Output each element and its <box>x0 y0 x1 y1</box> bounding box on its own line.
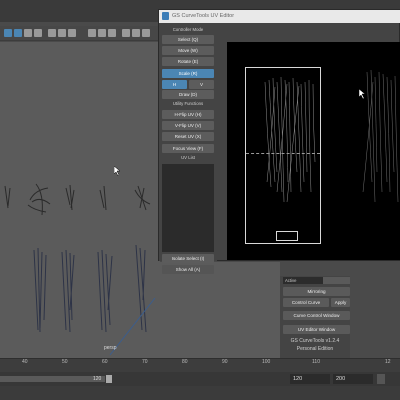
uv-handle-box[interactable] <box>276 231 298 241</box>
tool-icon[interactable] <box>132 29 140 37</box>
tool-icon[interactable] <box>68 29 76 37</box>
controller-mode-header: Controller Mode <box>172 27 204 32</box>
command-line[interactable] <box>0 386 400 400</box>
curve-control-window-button[interactable]: Curve Control Window <box>283 311 350 320</box>
range-end-value: 120 <box>93 376 102 382</box>
timeline-tick: 80 <box>182 359 188 365</box>
uv-midline <box>246 153 320 154</box>
window-title: GS CurveTools UV Editor <box>172 13 235 19</box>
timeline-tick: 90 <box>222 359 228 365</box>
focus-view-button[interactable]: Focus View (F) <box>162 144 214 153</box>
range-slider[interactable] <box>0 376 105 382</box>
scale-button[interactable]: Scale (R) <box>162 69 214 78</box>
timeline-tick: 110 <box>312 359 320 365</box>
tool-icon[interactable] <box>98 29 106 37</box>
move-button[interactable]: Move (W) <box>162 46 214 55</box>
range-end-field[interactable]: 120 <box>290 374 330 384</box>
active-slider[interactable] <box>323 277 350 284</box>
isolate-select-button[interactable]: Isolate Select (I) <box>162 254 214 263</box>
utility-functions-header: Utility Functions <box>172 101 204 106</box>
tool-icon[interactable] <box>58 29 66 37</box>
show-all-button[interactable]: Show All (A) <box>162 265 214 274</box>
settings-icon[interactable] <box>377 374 385 384</box>
app-logo-icon <box>162 12 169 20</box>
tool-icon[interactable] <box>24 29 32 37</box>
tool-icon[interactable] <box>142 29 150 37</box>
tool-icon[interactable] <box>34 29 42 37</box>
tool-icon[interactable] <box>48 29 56 37</box>
v-flip-uv-button[interactable]: V-Flip UV (V) <box>162 121 214 130</box>
draw-button[interactable]: Draw (D) <box>162 90 214 99</box>
camera-label: persp <box>104 345 117 351</box>
timeline-tick: 70 <box>142 359 148 365</box>
mouse-cursor-icon <box>114 166 121 176</box>
active-field[interactable]: Active <box>283 277 323 284</box>
timeline[interactable] <box>0 358 400 373</box>
timeline-tick: 40 <box>22 359 28 365</box>
timeline-tick: 12 <box>385 359 391 365</box>
timeline-tick: 50 <box>62 359 68 365</box>
uv-list-header: UV List <box>181 155 195 160</box>
version-text: GS CurveTools v1.2.4 <box>290 338 340 344</box>
edition-text: Personal Edition <box>296 346 334 352</box>
rotate-button[interactable]: Rotate (E) <box>162 57 214 66</box>
control-curve-button[interactable]: Control Curve <box>283 298 329 307</box>
mirroring-button[interactable]: Mirroring <box>283 287 350 296</box>
reset-uv-button[interactable]: Reset UV (X) <box>162 132 214 141</box>
tool-icon[interactable] <box>122 29 130 37</box>
tool-icon[interactable] <box>14 29 22 37</box>
v-toggle-button[interactable]: V <box>189 80 214 89</box>
timeline-tick: 60 <box>102 359 108 365</box>
timeline-tick: 100 <box>262 359 271 365</box>
uv-list[interactable] <box>162 164 214 252</box>
animation-end-field[interactable]: 200 <box>333 374 373 384</box>
mouse-cursor-icon <box>359 89 366 99</box>
range-handle[interactable] <box>106 375 112 383</box>
tool-icon[interactable] <box>108 29 116 37</box>
h-flip-uv-button[interactable]: H-Flip UV (H) <box>162 110 214 119</box>
tool-icon[interactable] <box>4 29 12 37</box>
select-button[interactable]: Select (Q) <box>162 35 214 44</box>
apply-button[interactable]: Apply <box>331 298 350 307</box>
uv-frame <box>245 67 321 244</box>
tool-icon[interactable] <box>88 29 96 37</box>
uv-editor-window-button[interactable]: UV Editor Window <box>283 325 350 334</box>
h-toggle-button[interactable]: H <box>162 80 187 89</box>
